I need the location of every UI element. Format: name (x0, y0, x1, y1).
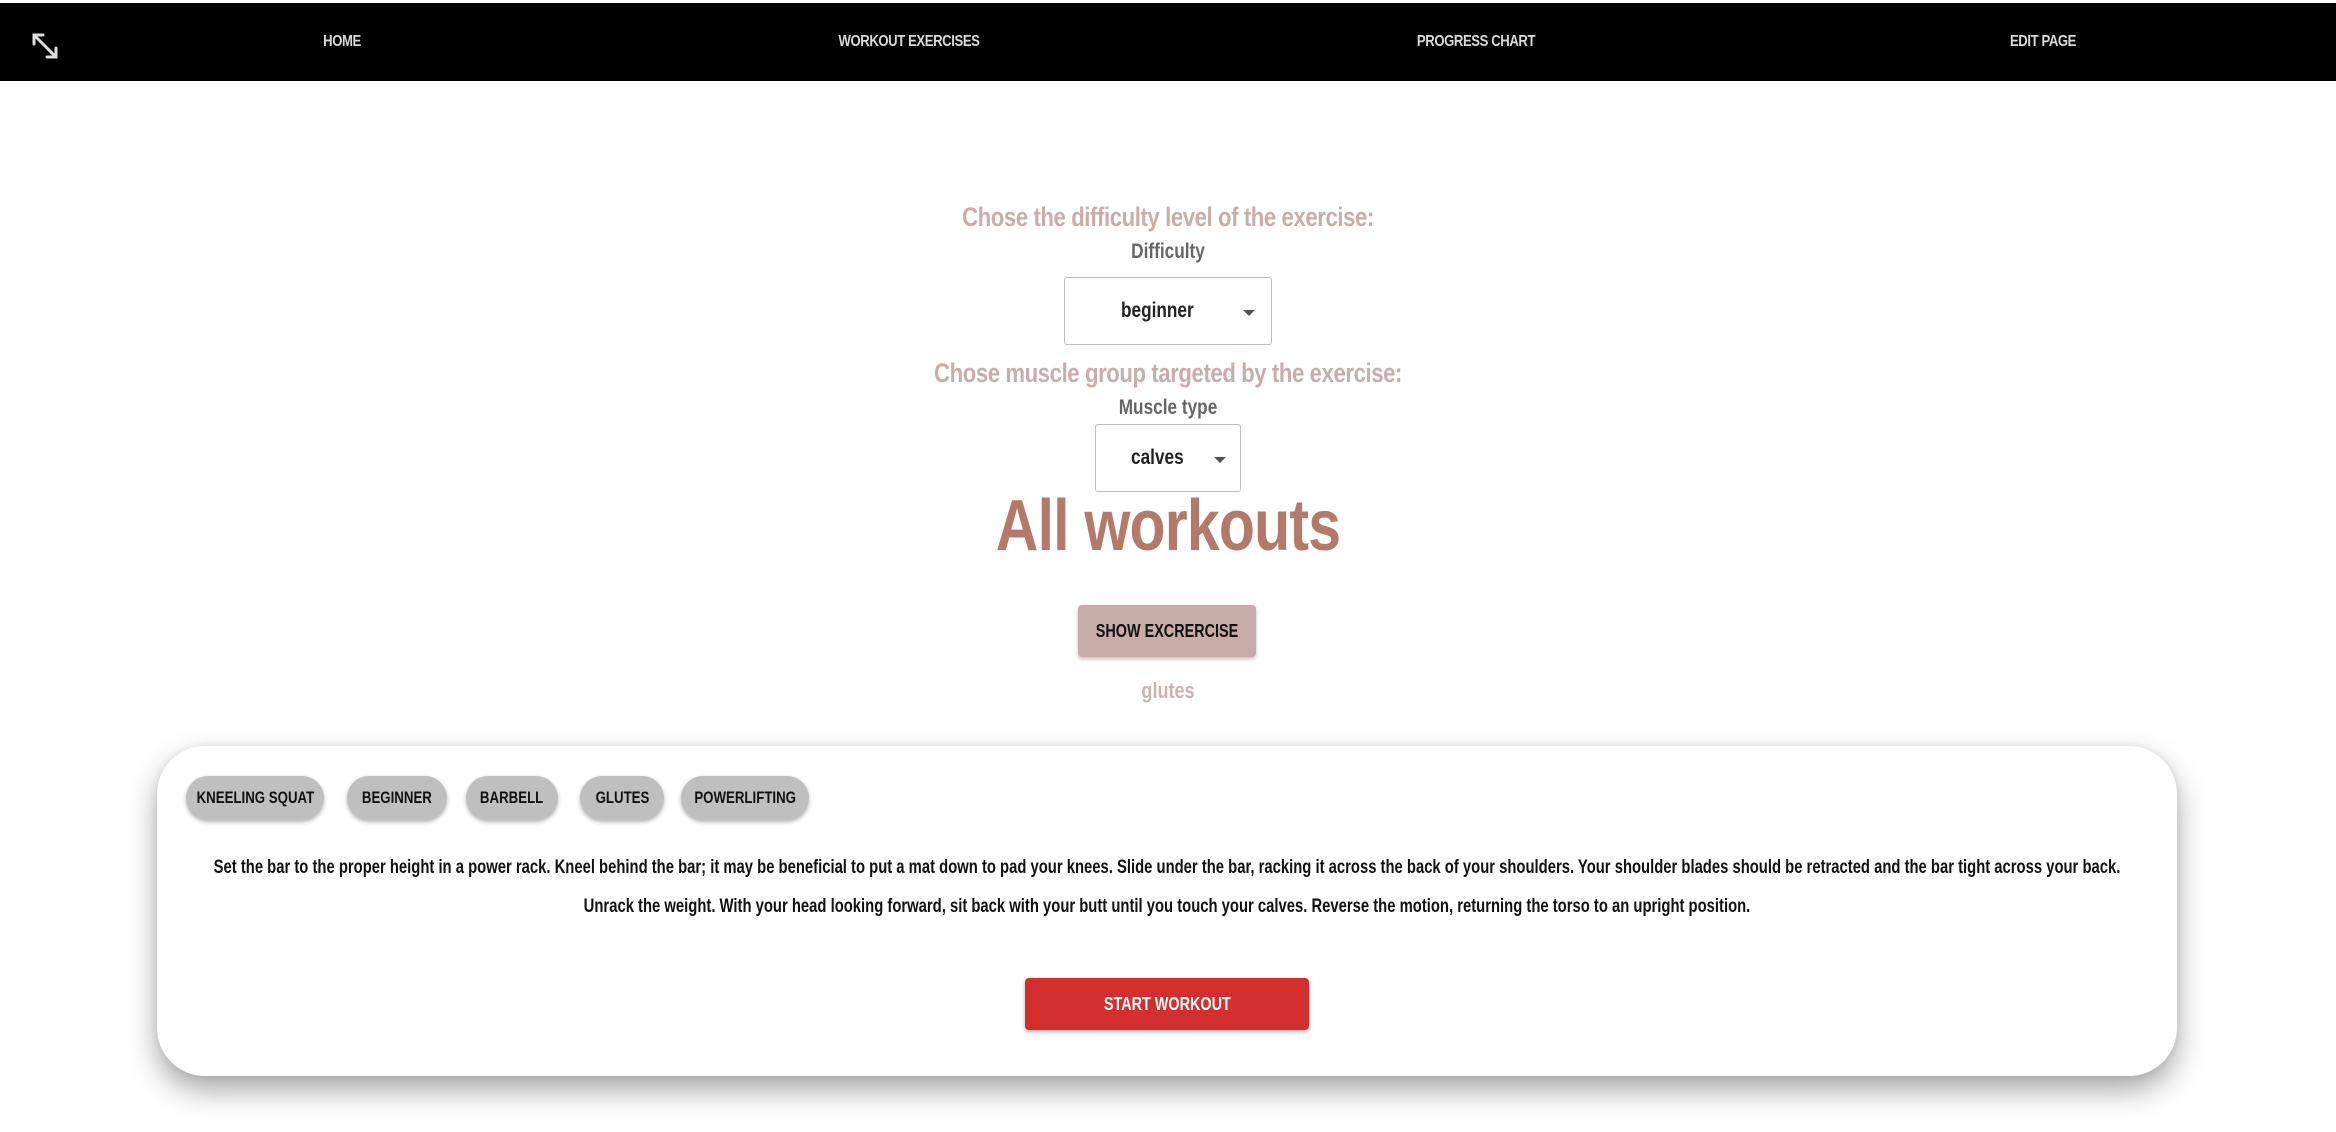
nav-progress-chart-link[interactable]: PROGRESS CHART (1353, 3, 1599, 81)
muscle-label: Muscle type (1118, 396, 1218, 419)
show-exercise-button-label: SHOW EXCRERCISE (1095, 620, 1239, 641)
page-title: All workouts (995, 486, 1341, 566)
tag-chip-exercise-name[interactable]: KNEELING SQUAT (186, 776, 324, 820)
tag-chip-muscle[interactable]: GLUTES (580, 776, 664, 820)
muscle-select-value: calves (1131, 446, 1184, 469)
show-exercise-button[interactable]: SHOW EXCRERCISE (1078, 605, 1256, 657)
chevron-down-icon (1243, 310, 1255, 316)
tag-chip-label: GLUTES (595, 788, 649, 807)
nav-edit-page-link[interactable]: EDIT PAGE (1920, 3, 2166, 81)
difficulty-select[interactable]: beginner (1064, 277, 1272, 345)
tag-chip-label: POWERLIFTING (694, 788, 796, 807)
selected-muscle-text: glutes (1141, 678, 1195, 703)
exercise-description: Set the bar to the proper height in a po… (197, 848, 2137, 926)
nav-home-link[interactable]: HOME (219, 3, 465, 81)
muscle-select[interactable]: calves (1095, 424, 1241, 492)
tag-chip-label: BARBELL (480, 788, 544, 807)
tag-chip-label: BEGINNER (361, 788, 432, 807)
start-workout-button-label: START WORKOUT (1103, 993, 1231, 1014)
tag-chip-equipment[interactable]: BARBELL (466, 776, 558, 820)
expand-arrows-icon[interactable] (30, 31, 60, 61)
difficulty-label: Difficulty (1131, 240, 1205, 263)
chevron-down-icon (1214, 457, 1226, 463)
difficulty-heading: Chose the difficulty level of the exerci… (962, 202, 1374, 232)
nav-workout-exercises-link[interactable]: WORKOUT EXERCISES (786, 3, 1032, 81)
top-nav-bar: HOME WORKOUT EXERCISES PROGRESS CHART ED… (0, 3, 2336, 81)
exercise-description-text: Set the bar to the proper height in a po… (213, 857, 2121, 917)
difficulty-select-value: beginner (1121, 299, 1194, 322)
tag-chip-category[interactable]: POWERLIFTING (681, 776, 809, 820)
tag-chip-label: KNEELING SQUAT (196, 788, 314, 807)
exercise-card: KNEELING SQUAT BEGINNER BARBELL GLUTES P… (157, 746, 2177, 1076)
muscle-heading: Chose muscle group targeted by the exerc… (934, 358, 1402, 388)
start-workout-button[interactable]: START WORKOUT (1025, 978, 1309, 1030)
tag-chip-difficulty[interactable]: BEGINNER (347, 776, 447, 820)
